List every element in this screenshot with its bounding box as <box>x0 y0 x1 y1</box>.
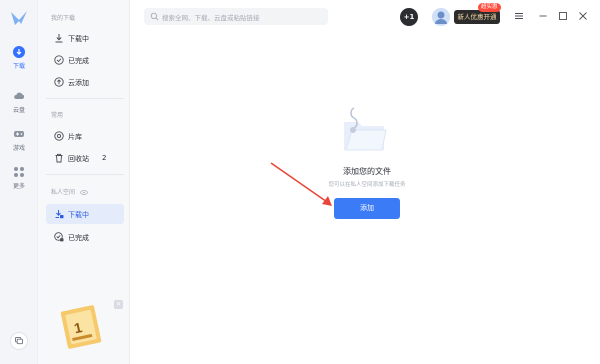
search-bar[interactable]: 搜索全网、下载、云盘或粘贴链接 <box>144 8 328 25</box>
minimize-icon[interactable] <box>538 11 548 21</box>
promo-close-button[interactable]: × <box>114 300 123 309</box>
vip-discount-badge: 超实惠 <box>478 3 501 12</box>
trash-icon <box>55 153 63 163</box>
private-check-icon <box>54 232 64 242</box>
rail-cloud-label: 云盘 <box>12 107 25 114</box>
avatar[interactable] <box>432 8 450 26</box>
section-title-common: 常用 <box>51 112 64 119</box>
divider <box>46 174 124 175</box>
search-placeholder: 搜索全网、下载、云盘或粘贴链接 <box>162 14 260 22</box>
rail-games-label: 游戏 <box>12 145 25 152</box>
nav-private-completed-label: 已完成 <box>68 234 89 242</box>
eye-icon <box>80 190 88 195</box>
nav-cloud-add[interactable]: 云添加 <box>46 72 124 92</box>
nav-downloading-label: 下载中 <box>68 35 89 43</box>
nav-recycle-bin-label: 回收站 <box>68 155 89 163</box>
gamepad-icon <box>14 131 24 137</box>
cloud-upload-icon <box>54 77 64 87</box>
rail-download-label: 下载 <box>12 63 25 70</box>
nav-private-completed[interactable]: 已完成 <box>46 227 124 247</box>
rail-more-label: 更多 <box>12 183 25 190</box>
app-logo-icon <box>11 11 27 25</box>
nav-completed-label: 已完成 <box>68 57 89 65</box>
left-rail: 下载 云盘 游戏 更多 <box>0 0 38 364</box>
close-icon[interactable] <box>578 11 588 21</box>
download-icon <box>13 46 25 58</box>
search-icon <box>150 12 159 21</box>
nav-recycle-bin[interactable]: 回收站 2 <box>46 148 124 168</box>
private-download-icon <box>55 210 64 219</box>
cloud-icon <box>14 92 25 99</box>
feedback-button[interactable] <box>10 332 28 350</box>
nav-completed[interactable]: 已完成 <box>46 50 124 70</box>
vip-promo-button[interactable]: 新人优惠开通 <box>454 10 500 24</box>
section-title-private-label: 私人空间 <box>51 189 76 196</box>
check-circle-icon <box>54 55 64 65</box>
rail-games[interactable]: 游戏 <box>0 128 38 164</box>
promo-card-image[interactable]: 1 <box>60 298 104 350</box>
download-icon <box>55 34 63 43</box>
maximize-icon[interactable] <box>558 11 568 21</box>
divider <box>46 98 124 99</box>
rail-download[interactable]: 下载 <box>0 46 38 82</box>
grid-icon <box>14 167 24 177</box>
menu-icon[interactable] <box>514 11 524 21</box>
empty-folder-illustration <box>344 107 387 151</box>
section-title-private: 私人空间 <box>51 187 88 196</box>
rail-more[interactable]: 更多 <box>0 166 38 202</box>
avatar-image <box>432 8 450 26</box>
rail-cloud[interactable]: 云盘 <box>0 90 38 126</box>
recycle-bin-count: 2 <box>102 154 107 162</box>
nav-private-downloading-label: 下载中 <box>68 211 89 219</box>
plus-one-badge[interactable]: +1 <box>400 8 418 26</box>
nav-film-library-label: 片库 <box>68 133 82 141</box>
section-title-my-downloads: 我的下载 <box>51 15 76 22</box>
nav-cloud-add-label: 云添加 <box>68 79 89 87</box>
app-window: 下载 云盘 游戏 更多 我的下载 下载中 已完成 云添加 常用 片库 回收站 2… <box>0 0 600 364</box>
nav-private-downloading[interactable]: 下载中 <box>46 204 124 224</box>
chat-icon <box>15 337 23 345</box>
nav-film-library[interactable]: 片库 <box>46 126 124 146</box>
film-icon <box>54 131 64 141</box>
nav-downloading[interactable]: 下载中 <box>46 28 124 48</box>
red-arrow-annotation <box>270 162 332 206</box>
